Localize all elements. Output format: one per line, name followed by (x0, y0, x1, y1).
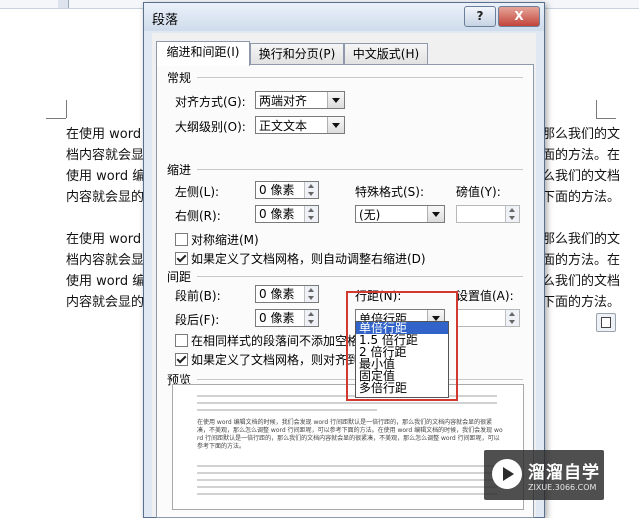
chevron-down-icon[interactable] (427, 206, 444, 222)
special-indent-value: (无) (359, 208, 381, 222)
general-heading: 常规 (167, 71, 192, 85)
doc-line: 那么我们的文 (542, 232, 621, 247)
doc-line: 在使用 word (66, 232, 142, 247)
doc-line: 内容就会显的 (66, 190, 145, 205)
no-space-same-style-label: 在相同样式的段落间不添加空格 (191, 334, 360, 348)
doc-line: 么我们的文档 (542, 274, 621, 289)
watermark-title: 溜溜自学 (528, 463, 600, 483)
indent-left-label: 左侧(L): (175, 185, 220, 199)
doc-line: 在使用 word (66, 127, 142, 142)
outline-level-value: 正文文本 (259, 119, 308, 133)
mirror-indents-label: 对称缩进(M) (191, 233, 259, 247)
doc-line: 使用 word 编 (66, 169, 146, 184)
indent-right-value: 0 像素 (259, 207, 295, 221)
chevron-down-icon[interactable] (327, 117, 344, 133)
doc-line: 档内容就会显 (66, 253, 145, 268)
preview-next-line (197, 465, 497, 467)
alignment-label: 对齐方式(G): (175, 95, 246, 109)
doc-line: 面的方法。在 (542, 253, 621, 268)
document-paragraph-2-right: 那么我们的文 面的方法。在 么我们的文档 下面的方法。 (542, 229, 620, 313)
doc-line: 面的方法。在 (542, 148, 621, 163)
indent-left-value: 0 像素 (259, 183, 295, 197)
alignment-select[interactable]: 两端对齐 (255, 91, 345, 109)
preview-prev-line (197, 409, 377, 411)
spacing-heading: 间距 (167, 270, 192, 284)
dialog-title: 段落 (152, 13, 179, 28)
mirror-indents-checkbox[interactable] (175, 233, 188, 246)
tab-indents-spacing[interactable]: 缩进和间距(I) (156, 41, 250, 66)
chevron-down-icon[interactable] (327, 92, 344, 108)
preview-prev-line (197, 402, 497, 404)
doc-line: 那么我们的文 (542, 127, 621, 142)
doc-line: 下面的方法。 (542, 295, 621, 310)
spinner-arrows-icon[interactable] (505, 206, 519, 222)
spinner-arrows-icon[interactable] (304, 206, 318, 222)
space-before-value: 0 像素 (259, 287, 295, 301)
indent-left-input[interactable]: 0 像素 (255, 181, 319, 199)
divider (197, 77, 523, 78)
dialog-titlebar[interactable]: 段落 ? X (144, 3, 544, 31)
indent-by-input[interactable] (456, 205, 520, 223)
highlight-annotation (346, 291, 458, 401)
spinner-arrows-icon[interactable] (505, 310, 519, 326)
doc-line: 么我们的文档 (542, 169, 621, 184)
outline-level-label: 大纲级别(O): (175, 120, 246, 134)
paste-options-icon[interactable] (596, 313, 616, 332)
tab-asian-typography[interactable]: 中文版式(H) (344, 43, 428, 65)
margin-guide-left (66, 100, 67, 118)
help-button[interactable]: ? (464, 6, 496, 27)
space-after-input[interactable]: 0 像素 (255, 309, 319, 327)
paragraph-preview: 在使用 word 编辑文档的时候，我们会发现 word 行间距默认是一倍行距的，… (172, 384, 524, 510)
spinner-arrows-icon[interactable] (304, 286, 318, 302)
auto-adjust-indent-checkbox[interactable] (175, 252, 188, 265)
spacing-at-label: 设置值(A): (456, 289, 514, 303)
spacing-at-input[interactable] (456, 309, 520, 327)
indent-right-label: 右侧(R): (175, 209, 221, 223)
auto-adjust-indent-label: 如果定义了文档网格，则自动调整右缩进(D) (191, 252, 426, 266)
preview-sample-text: 在使用 word 编辑文档的时候，我们会发现 word 行间距默认是一倍行距的，… (197, 419, 503, 450)
spinner-arrows-icon[interactable] (304, 310, 318, 326)
indent-heading: 缩进 (167, 163, 192, 177)
preview-next-line (197, 493, 497, 495)
space-before-label: 段前(B): (175, 289, 221, 303)
divider (197, 276, 523, 277)
margin-guide-top-right (596, 118, 616, 119)
document-paragraph-2[interactable]: 在使用 word 档内容就会显 使用 word 编 内容就会显的 (66, 229, 145, 313)
outline-level-select[interactable]: 正文文本 (255, 116, 345, 134)
preview-next-line (197, 486, 497, 488)
document-paragraph-1[interactable]: 在使用 word 档内容就会显 使用 word 编 内容就会显的 (66, 124, 145, 208)
alignment-value: 两端对齐 (259, 94, 308, 108)
divider (197, 169, 523, 170)
indent-by-label: 磅值(Y): (456, 185, 501, 199)
no-space-same-style-checkbox[interactable] (175, 334, 188, 347)
margin-guide-top (46, 118, 66, 119)
spinner-arrows-icon[interactable] (304, 182, 318, 198)
special-indent-label: 特殊格式(S): (355, 185, 425, 199)
doc-line: 档内容就会显 (66, 148, 145, 163)
snap-to-grid-label: 如果定义了文档网格，则对齐到 (191, 353, 360, 367)
play-logo-icon (492, 459, 522, 489)
doc-line: 内容就会显的 (66, 295, 145, 310)
margin-guide-right (596, 100, 597, 118)
indent-right-input[interactable]: 0 像素 (255, 205, 319, 223)
close-button[interactable]: X (498, 6, 540, 27)
tab-line-page-breaks[interactable]: 换行和分页(P) (250, 43, 344, 65)
space-before-input[interactable]: 0 像素 (255, 285, 319, 303)
space-after-value: 0 像素 (259, 311, 295, 325)
space-after-label: 段后(F): (175, 313, 220, 327)
preview-next-line (197, 472, 497, 474)
snap-to-grid-checkbox[interactable] (175, 353, 188, 366)
doc-line: 使用 word 编 (66, 274, 146, 289)
watermark: 溜溜自学 ZIXUE.3066.COM (484, 450, 604, 500)
doc-line: 下面的方法。 (542, 190, 621, 205)
watermark-url: ZIXUE.3066.COM (528, 483, 597, 492)
document-paragraph-1-right: 那么我们的文 面的方法。在 么我们的文档 下面的方法。 (542, 124, 620, 208)
special-indent-select[interactable]: (无) (355, 205, 445, 223)
ruler-indent-marker[interactable] (58, 0, 69, 8)
preview-next-line (197, 479, 497, 481)
